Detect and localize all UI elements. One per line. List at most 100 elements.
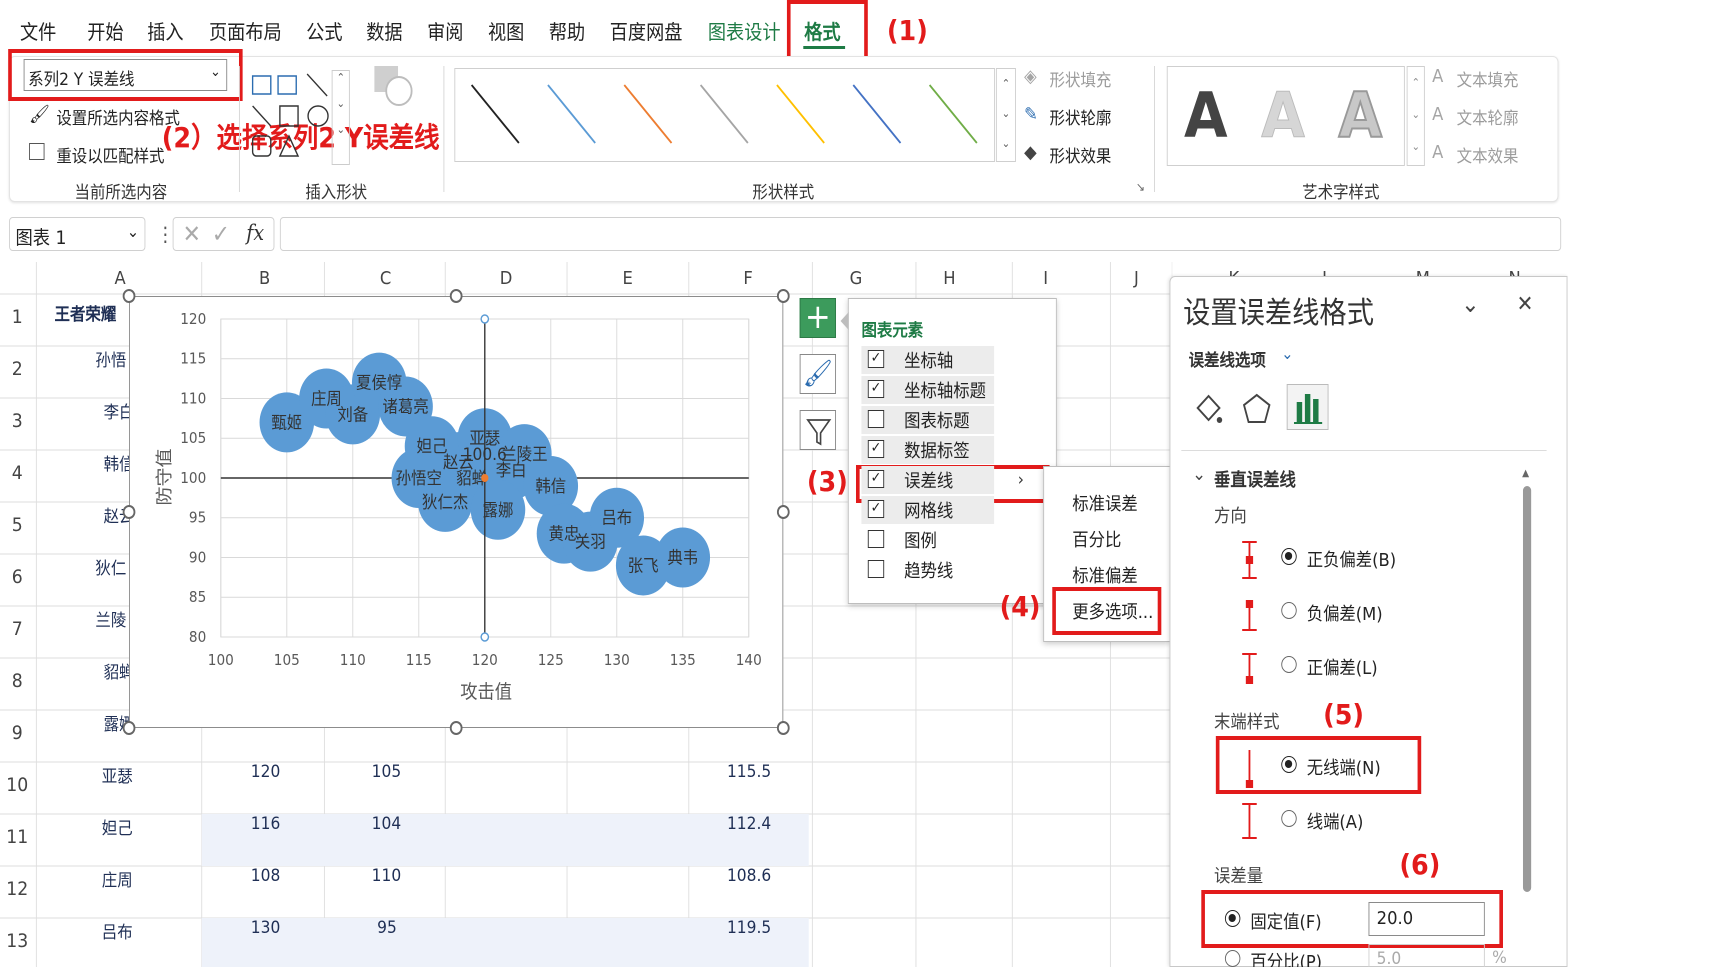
chart-element-checkbox[interactable] [867,560,885,578]
radio-percentage[interactable] [1224,950,1241,967]
percentage-input[interactable]: 5.0 [1368,944,1485,967]
column-header-i[interactable]: I [1043,268,1048,289]
chart-element-checkbox[interactable] [867,410,885,428]
plus-label[interactable]: 正偏差(L) [1307,654,1378,680]
row-header-12[interactable]: 12 [5,878,29,900]
column-header-j[interactable]: J [1134,268,1139,289]
rounded-rect-shape[interactable] [251,135,272,157]
column-header-d[interactable]: D [500,268,513,289]
chart-element-checkbox[interactable]: ✓ [867,440,885,458]
shape-gallery-scroll[interactable]: ⌃ ⌄ ⌄ [331,70,350,165]
chart-element-label[interactable]: 坐标轴标题 [904,377,986,403]
x-axis-title[interactable]: 攻击值 [460,681,512,703]
chart-element-checkbox[interactable]: ✓ [867,470,885,488]
row-header-5[interactable]: 5 [5,514,29,536]
data-label[interactable]: 刘备 [337,405,368,425]
section-collapse-chevron-icon[interactable]: ⌄ [1192,464,1206,485]
effects-pentagon-icon[interactable] [1239,390,1274,428]
cell-a10[interactable]: 亚瑟 [102,762,133,787]
resize-handle-tr[interactable] [776,289,790,303]
cell-a12[interactable]: 庄周 [102,866,133,891]
wordart-style-3[interactable]: A [1338,78,1383,153]
data-label[interactable]: 夏侯惇 [356,373,402,393]
row-header-8[interactable]: 8 [5,670,29,692]
resize-handle-top[interactable] [449,289,463,303]
wordart-style-2[interactable]: A [1261,79,1306,153]
shape-outline-button[interactable]: 形状轮廓 [1050,104,1112,129]
cell-f12[interactable]: 108.6 [727,866,771,886]
shape-style-swatch[interactable] [852,84,902,144]
tab-view[interactable]: 视图 [488,16,524,45]
tab-baidu-netdisk[interactable]: 百度网盘 [610,16,683,45]
chart-element-label[interactable]: 图例 [904,527,937,553]
data-label[interactable]: 李白 [496,460,527,480]
vertical-error-bar-section[interactable]: 垂直误差线 [1214,466,1296,492]
row-header-11[interactable]: 11 [5,826,29,848]
shape-style-swatch[interactable] [699,84,749,144]
data-label[interactable]: 典韦 [667,548,698,568]
shape-style-swatch[interactable] [470,84,520,144]
cancel-icon[interactable]: ✕ [183,220,201,248]
fixed-value-label[interactable]: 固定值(F) [1250,908,1321,934]
shape-style-swatch[interactable] [623,84,673,144]
column-header-b[interactable]: B [259,268,270,289]
radio-minus[interactable] [1281,602,1297,619]
submenu-arrow-icon[interactable]: › [1018,470,1024,490]
column-header-h[interactable]: H [943,268,955,289]
resize-handle-bl[interactable] [122,721,136,735]
data-label[interactable]: 狄仁杰 [422,492,468,512]
row-header-4[interactable]: 4 [5,462,29,484]
column-header-f[interactable]: F [743,268,752,289]
cell-b11[interactable]: 116 [251,814,280,834]
tab-data[interactable]: 数据 [366,16,402,45]
fixed-value-input[interactable]: 20.0 [1368,902,1485,936]
oval-shape[interactable] [307,105,329,127]
data-label[interactable]: 露娜 [483,500,514,520]
shape-effects-button[interactable]: 形状效果 [1050,142,1112,167]
cell-a7[interactable]: 兰陵 [95,606,126,631]
chart-element-checkbox[interactable]: ✓ [867,350,885,368]
data-label[interactable]: 甄姬 [271,413,302,433]
cell-a1[interactable]: 王者荣耀 [55,300,117,325]
wordart-scroll[interactable]: ⌃ ⌄ ⌄ [1406,66,1425,166]
chart-element-label[interactable]: 数据标签 [904,437,969,463]
reset-style-button[interactable]: 重设以匹配样式 [56,142,164,167]
options-dropdown-chevron-icon[interactable]: ⌄ [1281,344,1293,363]
tab-home[interactable]: 开始 [87,16,123,45]
chart-element-checkbox[interactable] [867,530,885,548]
chart-element-checkbox[interactable]: ✓ [867,380,885,398]
tab-formulas[interactable]: 公式 [306,16,342,45]
cell-f11[interactable]: 112.4 [727,814,771,834]
radio-cap[interactable] [1281,810,1297,827]
tab-review[interactable]: 审阅 [427,16,463,45]
error-bar-options-icon[interactable] [1286,384,1329,430]
column-header-a[interactable]: A [114,268,125,289]
data-label[interactable]: 诸葛亮 [382,397,428,417]
radio-both[interactable] [1281,548,1297,565]
shape-style-swatch[interactable] [928,84,978,144]
name-box[interactable]: 图表 1 ⌄ [9,217,146,251]
resize-handle-left[interactable] [122,505,136,519]
percentage-label[interactable]: 百分比(P) [1250,948,1322,967]
chart-styles-brush-icon[interactable]: 🖌 [799,354,837,394]
pane-scrollbar-thumb[interactable] [1522,486,1532,892]
row-header-3[interactable]: 3 [5,410,29,432]
enter-icon[interactable]: ✓ [212,220,230,248]
tab-insert[interactable]: 插入 [147,16,183,45]
chart-elements-button[interactable]: + [799,298,837,338]
resize-handle-right[interactable] [776,505,790,519]
chart-element-label[interactable]: 网格线 [904,497,953,523]
insert-function-button[interactable]: fx [246,221,264,245]
pane-menu-chevron-icon[interactable]: ⌄ [1461,290,1479,318]
cell-c12[interactable]: 110 [372,866,401,886]
error-bar-handle-top[interactable] [480,314,490,324]
triangle-shape[interactable] [278,134,300,157]
rectangle-shape[interactable] [279,105,299,127]
data-label[interactable]: 关羽 [575,532,606,552]
formula-input[interactable] [279,217,1562,251]
both-label[interactable]: 正负偏差(B) [1307,546,1396,572]
chart-element-label[interactable]: 误差线 [904,467,953,493]
cell-b10[interactable]: 120 [251,762,280,782]
cell-c13[interactable]: 95 [377,918,397,938]
arrow-shape[interactable] [252,105,272,127]
